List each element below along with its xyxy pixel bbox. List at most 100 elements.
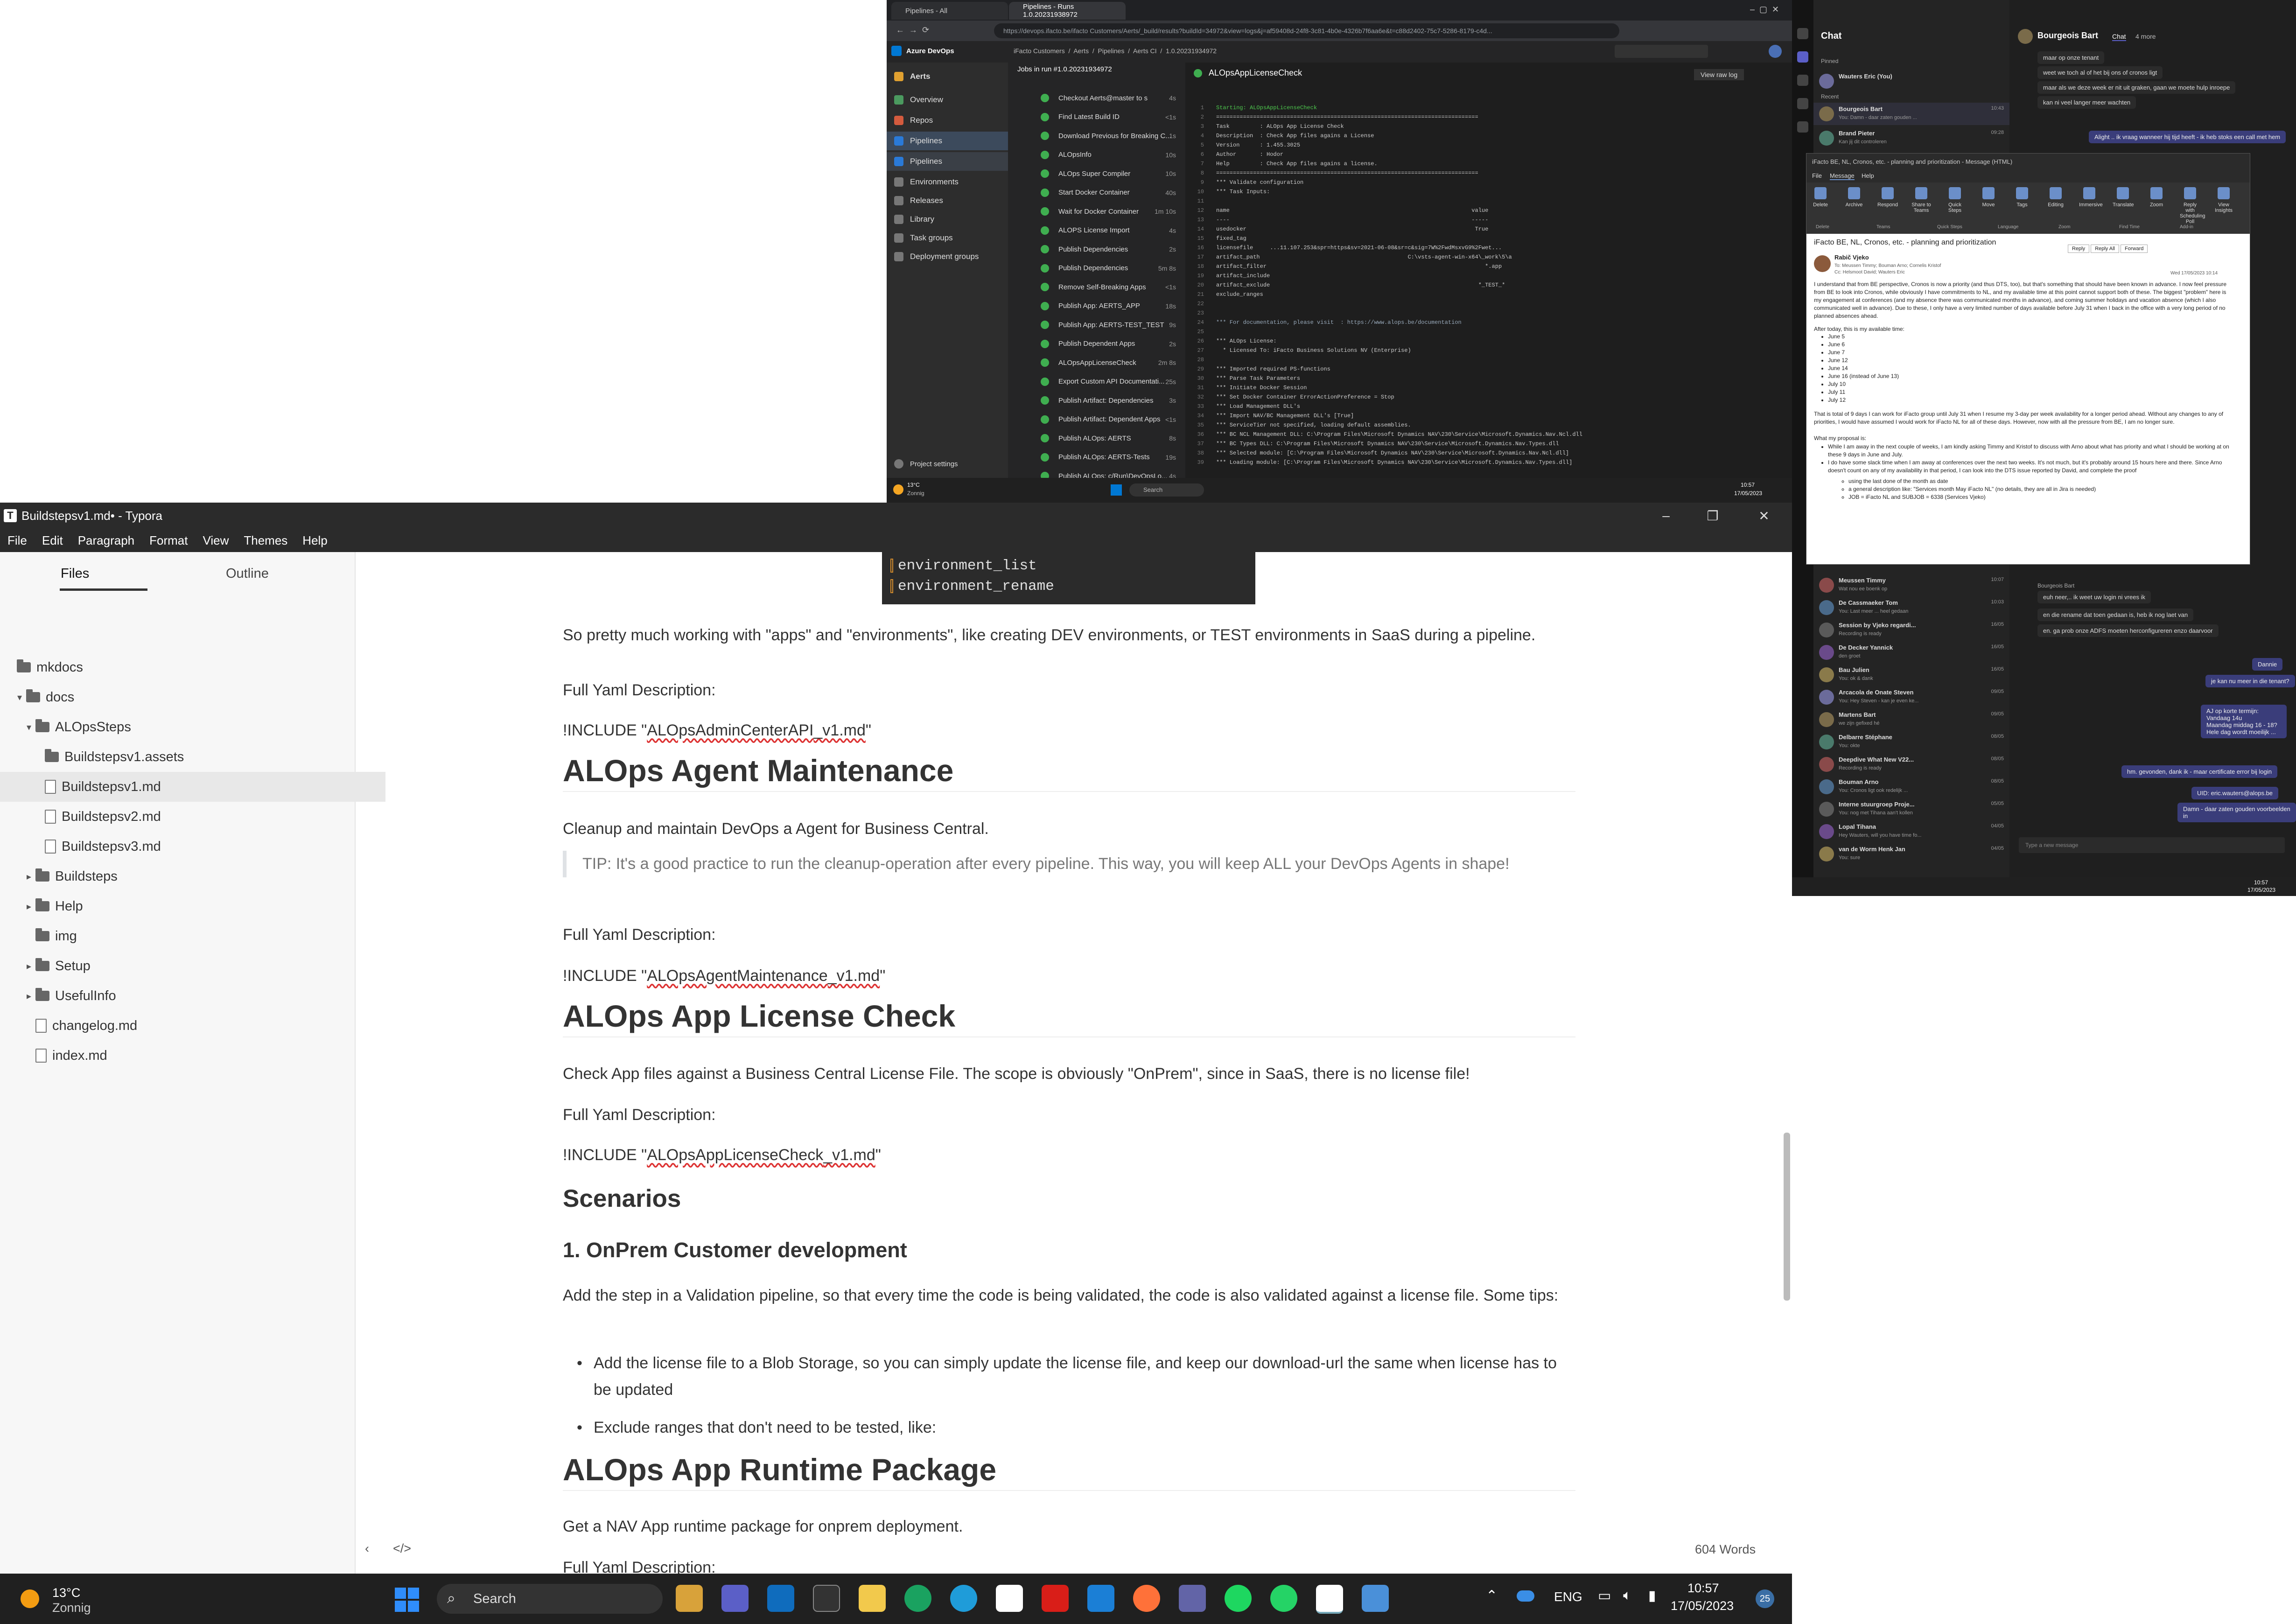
menu-themes[interactable]: Themes [244, 533, 287, 548]
tree-folder[interactable]: mkdocs [0, 652, 357, 682]
ribbon-button[interactable]: Tags [2012, 185, 2032, 217]
notification-badge[interactable]: 25 [1756, 1589, 1774, 1608]
vscode-icon[interactable] [1087, 1585, 1114, 1612]
clock-time[interactable]: 10:57 [1687, 1581, 1719, 1596]
chat-list-item[interactable]: Meussen Timmy Wat nou ee boenk op 10:07 [1813, 574, 2009, 596]
chevron-icon[interactable]: ▸ [22, 990, 35, 1002]
crumb[interactable]: iFacto Customers [1014, 47, 1065, 55]
ribbon-button[interactable]: Move [1978, 185, 1999, 217]
typora-icon[interactable] [1316, 1585, 1343, 1614]
calls-icon[interactable] [1797, 121, 1808, 133]
editor-pane[interactable]: environment_list environment_rename So p… [356, 552, 1784, 1574]
chat-list-item[interactable]: Bau Julien You: ok & dank 16/05 [1813, 664, 2009, 686]
close-button[interactable]: ✕ [1741, 503, 1787, 529]
ribbon-button[interactable]: Immersive [2079, 185, 2103, 217]
menu-view[interactable]: View [203, 533, 229, 548]
chevron-icon[interactable]: ▸ [22, 960, 35, 972]
tab-more[interactable]: 4 more [2135, 33, 2156, 40]
job-row[interactable]: Publish ALOps: AERTS-Tests 19s [1008, 448, 1185, 467]
lastpass-icon[interactable] [1042, 1585, 1069, 1612]
clock-date[interactable]: 17/05/2023 [1671, 1599, 1734, 1613]
outlook-icon[interactable] [767, 1585, 794, 1612]
job-row[interactable]: ALOpsAppLicenseCheck 2m 8s [1008, 353, 1185, 372]
whatsapp-icon[interactable] [1270, 1585, 1297, 1612]
chevron-icon[interactable]: ▸ [22, 871, 35, 882]
browser-tab-pipelines-runs[interactable]: Pipelines - Runs 1.0.20231938972 [1009, 2, 1126, 20]
job-row[interactable]: ALOps Super Compiler 10s [1008, 164, 1185, 183]
nav-task-groups[interactable]: Task groups [887, 229, 1008, 247]
job-row[interactable]: Publish Artifact: Dependent Apps <1s [1008, 410, 1185, 429]
chat-list-item[interactable]: De Decker Yannick den groet 16/05 [1813, 641, 2009, 664]
job-row[interactable]: Publish ALOps: AERTS 8s [1008, 429, 1185, 448]
chat-list-item[interactable]: Deepdive What New V22... Recording is rea… [1813, 753, 2009, 776]
reply-button[interactable]: Reply [2068, 245, 2090, 253]
edge-icon[interactable] [950, 1585, 977, 1612]
battery-icon[interactable]: ▮ [1648, 1588, 1656, 1604]
menu-edit[interactable]: Edit [42, 533, 63, 548]
menu-format[interactable]: Format [149, 533, 188, 548]
chrome-icon[interactable] [904, 1585, 931, 1612]
tab-file[interactable]: File [1812, 172, 1822, 179]
job-row[interactable]: Publish Artifact: Dependencies 3s [1008, 391, 1185, 410]
compose-input[interactable]: Type a new message [2019, 837, 2285, 853]
file-explorer-icon[interactable] [676, 1585, 703, 1612]
tree-folder[interactable]: ▾ docs [0, 682, 367, 712]
folder-icon[interactable] [859, 1585, 886, 1612]
job-row[interactable]: Publish Dependencies 5m 8s [1008, 259, 1185, 278]
chevron-icon[interactable]: ▾ [13, 692, 26, 703]
onedrive-icon[interactable] [1517, 1590, 1534, 1602]
ribbon-button[interactable]: Editing [2045, 185, 2066, 217]
spotify-icon[interactable] [1225, 1585, 1252, 1612]
maximize-button[interactable]: ❐ [1689, 503, 1736, 529]
language-indicator[interactable]: ENG [1554, 1589, 1582, 1604]
ribbon-button[interactable]: Archive [1844, 185, 1864, 217]
chevron-icon[interactable]: ▸ [22, 901, 35, 912]
ribbon-button[interactable]: Translate [2113, 185, 2134, 217]
taskbar-search[interactable]: Search [1129, 483, 1204, 497]
ribbon-button[interactable]: Share to Teams [1911, 185, 1932, 217]
menu-file[interactable]: File [7, 533, 27, 548]
tree-folder[interactable]: ▸ Setup [0, 951, 376, 981]
teams-icon[interactable] [721, 1585, 749, 1612]
chat-list-item[interactable]: Bourgeois Bart You: Damn - daar zaten gou… [1813, 103, 2009, 125]
chevron-up-icon[interactable]: ⌃ [1486, 1588, 1498, 1604]
forward-button[interactable]: Forward [2121, 245, 2148, 253]
chat-list-item[interactable]: Brand Pieter Kan jij dit controleren 09:28 [1813, 127, 2009, 149]
source-code-toggle-icon[interactable]: </> [393, 1541, 411, 1556]
nav-environments[interactable]: Environments [887, 173, 1008, 191]
nav-pipelines-sub[interactable]: Pipelines [887, 152, 1008, 171]
chat-list-item[interactable]: Arcacola de Onate Steven You: Hey Steven … [1813, 686, 2009, 708]
tree-file[interactable]: changelog.md [0, 1011, 376, 1041]
tree-file[interactable]: Buildstepsv2.md [0, 802, 385, 832]
crumb[interactable]: 1.0.20231934972 [1166, 47, 1217, 55]
teams-icon[interactable] [1797, 75, 1808, 86]
tab-files[interactable]: Files [61, 566, 89, 581]
teams-classic-icon[interactable] [1179, 1585, 1206, 1612]
calendar-icon[interactable] [1797, 98, 1808, 109]
ribbon-button[interactable]: Zoom [2146, 185, 2167, 217]
ribbon-button[interactable]: View Insights [2213, 185, 2234, 217]
start-icon[interactable] [395, 1588, 419, 1612]
menu-paragraph[interactable]: Paragraph [78, 533, 134, 548]
minimize-button[interactable]: – [1643, 503, 1689, 529]
firefox-icon[interactable] [1133, 1585, 1160, 1612]
editor-scrollbar[interactable] [1784, 1133, 1790, 1301]
ribbon-button[interactable]: Respond [1877, 185, 1898, 217]
ribbon-button[interactable]: Reply with Scheduling Poll [2180, 185, 2205, 224]
job-row[interactable]: Find Latest Build ID <1s [1008, 108, 1185, 126]
chevron-icon[interactable]: ▾ [22, 721, 35, 733]
tab-chat[interactable]: Chat [2112, 33, 2126, 41]
tab-message[interactable]: Message [1830, 172, 1855, 180]
project-name[interactable]: Aerts [887, 67, 1008, 86]
activity-icon[interactable] [1797, 28, 1808, 39]
tab-help[interactable]: Help [1862, 172, 1874, 179]
avatar[interactable] [1769, 45, 1782, 58]
project-settings[interactable]: Project settings [887, 455, 1008, 473]
tree-folder[interactable]: Buildstepsv1.assets [0, 742, 385, 772]
tree-file[interactable]: Buildstepsv1.md [0, 772, 385, 802]
ribbon-button[interactable]: Delete [1810, 185, 1831, 217]
tree-folder[interactable]: ▾ ALOpsSteps [0, 712, 376, 742]
reply-all-button[interactable]: Reply All [2091, 245, 2119, 253]
job-row[interactable]: Publish App: AERTS_APP 18s [1008, 297, 1185, 315]
job-row[interactable]: Publish Dependencies 2s [1008, 240, 1185, 259]
